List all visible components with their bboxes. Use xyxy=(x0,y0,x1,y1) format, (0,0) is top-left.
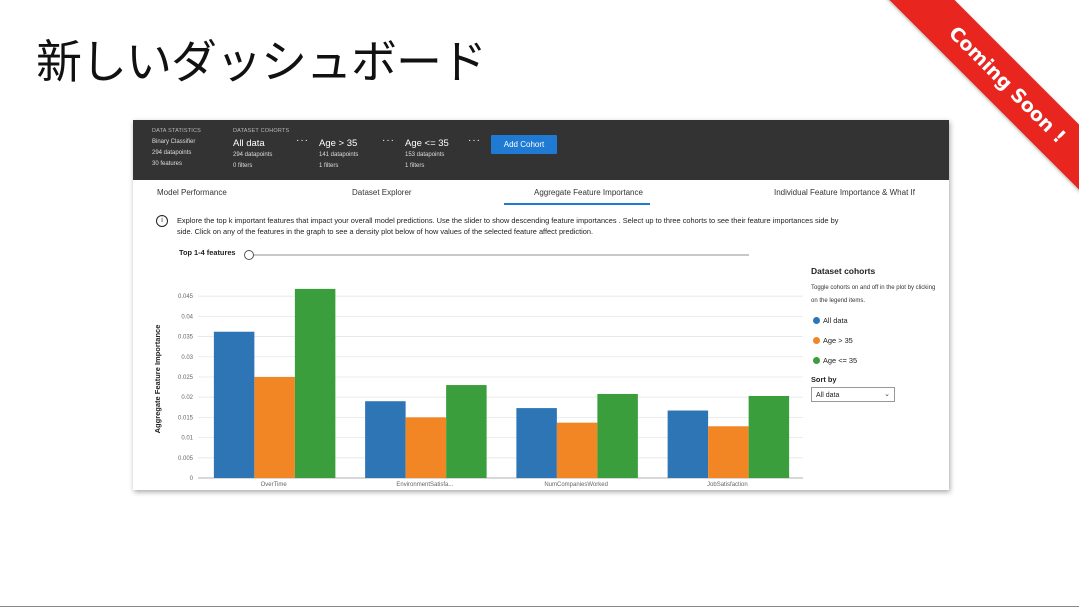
legend-dot xyxy=(813,317,820,324)
panel-description: Toggle cohorts on and off in the plot by… xyxy=(811,285,936,304)
dataset-cohorts-heading: DATASET COHORTS xyxy=(233,128,290,134)
stat-line: 294 datapoints xyxy=(152,150,192,156)
panel-title: Dataset cohorts xyxy=(811,266,876,276)
bar-all-data xyxy=(213,331,255,478)
cohort-menu-icon[interactable]: ··· xyxy=(296,135,309,146)
tab-dataset-explorer[interactable]: Dataset Explorer xyxy=(352,188,412,197)
cohort-menu-icon[interactable]: ··· xyxy=(382,135,395,146)
bar-age-35 xyxy=(708,426,749,478)
cohort-name: All data xyxy=(233,138,265,149)
bar-age-35 xyxy=(254,376,295,478)
add-cohort-button[interactable]: Add Cohort xyxy=(491,135,557,154)
slide-footer-divider xyxy=(0,606,1079,607)
chevron-down-icon: ⌄ xyxy=(884,391,890,398)
cohort-datapoints: 294 datapoints xyxy=(233,152,273,158)
info-icon: i xyxy=(156,215,168,227)
legend-item-all-data[interactable]: All data xyxy=(811,311,941,331)
y-tick-label: 0.035 xyxy=(178,335,194,341)
y-tick-label: 0.02 xyxy=(181,395,193,401)
legend-dot xyxy=(813,337,820,344)
bar-age-35 xyxy=(597,393,638,478)
legend-label: All data xyxy=(823,316,848,325)
stat-line: 30 features xyxy=(152,161,183,167)
tab-aggregate-feature-importance[interactable]: Aggregate Feature Importance xyxy=(534,188,643,197)
tab-model-performance[interactable]: Model Performance xyxy=(157,188,227,197)
bar-age-35 xyxy=(294,288,336,478)
bar-all-data xyxy=(365,401,406,478)
y-tick-label: 0.04 xyxy=(181,314,193,320)
cohort-name: Age > 35 xyxy=(319,138,358,149)
legend-dot xyxy=(813,357,820,364)
cohort-filters: 1 filters xyxy=(319,163,339,169)
sort-by-label: Sort by xyxy=(811,375,837,384)
top-k-slider-thumb[interactable] xyxy=(244,250,254,260)
top-k-label: Top 1-4 features xyxy=(179,248,236,257)
cohort-filters: 0 filters xyxy=(233,163,253,169)
y-axis-label: Aggregate Feature Importance xyxy=(153,325,162,434)
bar-age-35 xyxy=(405,417,447,478)
bar-age-35 xyxy=(748,395,790,478)
dashboard-screenshot: DATA STATISTICS Binary Classifier 294 da… xyxy=(133,120,949,490)
cohort-datapoints: 141 datapoints xyxy=(319,152,359,158)
info-text: Explore the top k important features tha… xyxy=(177,216,839,236)
tab-bar: Model Performance Dataset Explorer Aggre… xyxy=(133,180,949,206)
cohort-menu-icon[interactable]: ··· xyxy=(468,135,481,146)
stat-line: Binary Classifier xyxy=(152,139,196,145)
y-tick-label: 0.03 xyxy=(181,355,193,361)
legend-item-age-gt-35[interactable]: Age > 35 xyxy=(811,331,941,351)
y-tick-label: 0.015 xyxy=(178,415,194,421)
sort-by-dropdown[interactable]: All data ⌄ xyxy=(811,387,895,402)
legend-item-age-le-35[interactable]: Age <= 35 xyxy=(811,351,941,371)
cohort-age-gt-35[interactable]: Age > 35 141 datapoints 1 filters xyxy=(319,137,358,172)
legend: All data Age > 35 Age <= 35 xyxy=(811,311,941,371)
y-tick-label: 0.025 xyxy=(178,375,194,381)
legend-label: Age > 35 xyxy=(823,336,853,345)
cohort-name: Age <= 35 xyxy=(405,138,449,149)
bar-all-data xyxy=(667,410,709,478)
cohort-bar: DATA STATISTICS Binary Classifier 294 da… xyxy=(133,120,949,180)
legend-label: Age <= 35 xyxy=(823,356,858,365)
y-tick-label: 0 xyxy=(190,476,194,482)
x-tick-label: OverTime xyxy=(261,482,288,488)
bar-all-data xyxy=(516,408,557,478)
data-statistics: DATA STATISTICS Binary Classifier 294 da… xyxy=(152,126,201,170)
x-tick-label: EnvironmentSatisfa... xyxy=(396,482,453,488)
data-statistics-heading: DATA STATISTICS xyxy=(152,128,202,134)
x-tick-label: NumCompaniesWorked xyxy=(544,482,608,488)
tab-individual-feature-importance[interactable]: Individual Feature Importance & What If xyxy=(774,188,915,197)
top-k-slider-track[interactable] xyxy=(249,254,749,256)
cohort-filters: 1 filters xyxy=(405,163,425,169)
bar-age-35 xyxy=(446,385,487,478)
feature-importance-chart: 0 0.005 0.01 0.015 0.02 0.025 0.03 0.035 0.04 0.0… xyxy=(153,288,803,488)
dataset-cohorts-panel: Dataset cohorts Toggle cohorts on and of… xyxy=(811,266,941,402)
bar-age-35 xyxy=(556,422,598,478)
x-tick-label: JobSatisfaction xyxy=(707,482,748,488)
cohort-all-data[interactable]: DATASET COHORTS All data 294 datapoints … xyxy=(233,126,289,172)
cohort-age-le-35[interactable]: Age <= 35 153 datapoints 1 filters xyxy=(405,137,449,172)
cohort-datapoints: 153 datapoints xyxy=(405,152,445,158)
y-tick-label: 0.01 xyxy=(181,436,193,442)
active-tab-indicator xyxy=(504,203,650,205)
slide-title: 新しいダッシュボード xyxy=(36,35,487,89)
y-tick-label: 0.045 xyxy=(178,294,194,300)
y-tick-label: 0.005 xyxy=(178,456,194,462)
sort-by-value: All data xyxy=(816,392,840,399)
